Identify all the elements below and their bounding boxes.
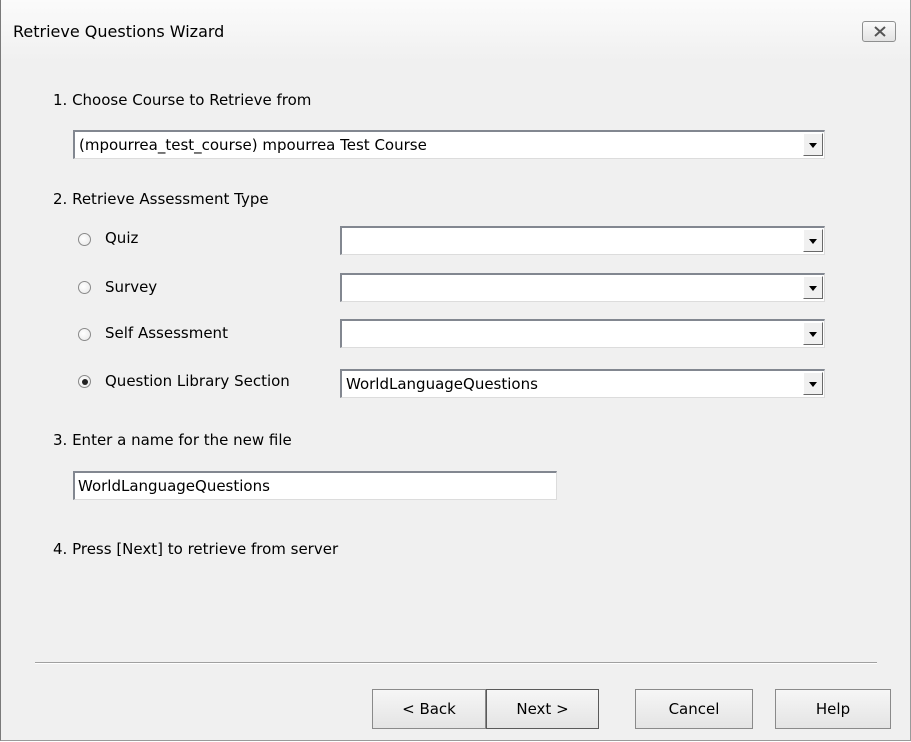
help-button[interactable]: Help bbox=[775, 689, 891, 729]
step4-label: 4. Press [Next] to retrieve from server bbox=[53, 540, 339, 558]
radio-self-assessment[interactable] bbox=[78, 328, 91, 341]
file-name-value: WorldLanguageQuestions bbox=[78, 477, 270, 495]
chevron-down-icon[interactable] bbox=[803, 133, 823, 156]
course-select[interactable]: (mpourrea_test_course) mpourrea Test Cou… bbox=[73, 130, 825, 159]
survey-select[interactable] bbox=[340, 273, 825, 302]
step3-label: 3. Enter a name for the new file bbox=[53, 431, 292, 449]
radio-question-library-section[interactable] bbox=[78, 375, 91, 388]
quiz-select[interactable] bbox=[340, 226, 825, 255]
step2-label: 2. Retrieve Assessment Type bbox=[53, 190, 269, 208]
divider bbox=[35, 662, 877, 664]
radio-survey-label: Survey bbox=[105, 278, 158, 296]
radio-self-assessment-label: Self Assessment bbox=[105, 324, 228, 342]
file-name-field[interactable]: WorldLanguageQuestions bbox=[73, 471, 557, 500]
cancel-button[interactable]: Cancel bbox=[635, 689, 753, 729]
next-button[interactable]: Next > bbox=[486, 689, 599, 729]
close-button[interactable] bbox=[862, 21, 896, 42]
close-icon bbox=[874, 26, 886, 37]
title-bar: Retrieve Questions Wizard bbox=[1, 0, 910, 62]
radio-survey[interactable] bbox=[78, 281, 91, 294]
chevron-down-icon[interactable] bbox=[803, 276, 823, 299]
radio-question-library-section-label: Question Library Section bbox=[105, 372, 290, 390]
chevron-down-icon[interactable] bbox=[803, 372, 823, 395]
radio-quiz[interactable] bbox=[78, 233, 91, 246]
chevron-down-icon[interactable] bbox=[803, 322, 823, 345]
question-library-section-value: WorldLanguageQuestions bbox=[346, 375, 538, 393]
wizard-window: Retrieve Questions Wizard 1. Choose Cour… bbox=[0, 0, 911, 741]
step1-label: 1. Choose Course to Retrieve from bbox=[53, 91, 312, 109]
chevron-down-icon[interactable] bbox=[803, 229, 823, 252]
self-assessment-select[interactable] bbox=[340, 319, 825, 348]
question-library-section-select[interactable]: WorldLanguageQuestions bbox=[340, 369, 825, 398]
course-select-value: (mpourrea_test_course) mpourrea Test Cou… bbox=[79, 136, 427, 154]
window-title: Retrieve Questions Wizard bbox=[13, 22, 225, 41]
radio-quiz-label: Quiz bbox=[105, 229, 139, 247]
back-button[interactable]: < Back bbox=[372, 689, 486, 729]
